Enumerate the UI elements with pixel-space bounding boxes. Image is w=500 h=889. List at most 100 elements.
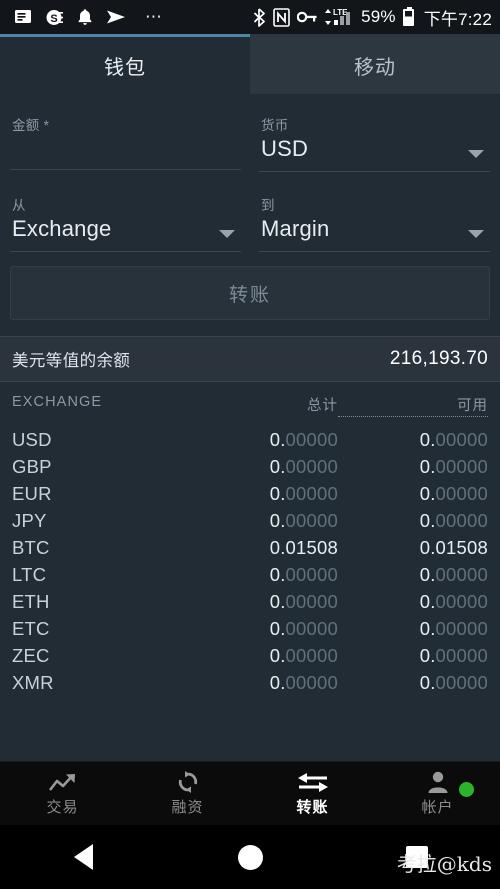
app-root: S ⋯ LTE 59% 下午7:22 钱包 移动 金额 * 货币 USD 从 E… <box>0 0 500 889</box>
amount-input[interactable] <box>10 132 241 170</box>
column-header-account[interactable]: EXCHANGE <box>12 394 188 417</box>
android-navigation-bar: 考拉@kds <box>0 825 500 889</box>
table-body: USD 0.00000 0.00000 GBP 0.00000 0.00000 EUR 0.0… <box>0 426 500 694</box>
row-available: 0.00000 <box>419 455 488 477</box>
currency-select[interactable]: USD <box>259 132 490 172</box>
amount-field-wrap[interactable]: 金额 * <box>10 110 241 172</box>
transfer-button[interactable]: 转账 <box>10 266 490 320</box>
status-bar-left-icons: S ⋯ <box>14 8 253 27</box>
currency-label: 货币 <box>261 118 289 133</box>
chevron-down-icon-from[interactable] <box>219 230 235 238</box>
from-field-wrap[interactable]: 从 Exchange <box>10 190 241 252</box>
tab-move[interactable]: 移动 <box>250 34 500 94</box>
chevron-down-icon-to[interactable] <box>468 230 484 238</box>
top-tab-bar: 钱包 移动 <box>0 34 500 94</box>
row-available: 0.00000 <box>419 563 488 585</box>
table-row[interactable]: BTC 0.01508 0.01508 <box>0 534 500 561</box>
nfc-icon <box>273 7 290 27</box>
chevron-down-icon-currency[interactable] <box>468 150 484 158</box>
status-bar-right-icons: LTE 59% 下午7:22 <box>253 5 492 30</box>
battery-percent-label: 59% <box>361 7 396 26</box>
row-available: 0.00000 <box>419 617 488 639</box>
from-label: 从 <box>12 198 26 213</box>
nav-item-transfer[interactable]: 转账 <box>250 770 375 817</box>
trending-up-icon <box>48 770 78 794</box>
row-symbol: USD <box>12 428 52 450</box>
form-spacer <box>10 172 490 190</box>
form-row-from-to: 从 Exchange 到 Margin <box>10 190 490 252</box>
nav-item-account-label: 帐户 <box>421 799 454 816</box>
nav-item-trade[interactable]: 交易 <box>0 770 125 817</box>
row-symbol: JPY <box>12 509 47 531</box>
transfer-arrows-icon <box>297 770 329 794</box>
nav-item-funding[interactable]: 融资 <box>125 770 250 817</box>
table-row[interactable]: ETC 0.00000 0.00000 <box>0 615 500 642</box>
table-row[interactable]: GBP 0.00000 0.00000 <box>0 453 500 480</box>
tab-move-label: 移动 <box>354 57 396 79</box>
row-available: 0.00000 <box>419 509 488 531</box>
android-home-button[interactable] <box>167 844 334 870</box>
table-row[interactable]: ETH 0.00000 0.00000 <box>0 588 500 615</box>
row-symbol: ETH <box>12 590 50 612</box>
nav-item-account[interactable]: 帐户 <box>375 770 500 817</box>
table-row[interactable]: JPY 0.00000 0.00000 <box>0 507 500 534</box>
table-row[interactable]: LTC 0.00000 0.00000 <box>0 561 500 588</box>
row-total: 0.00000 <box>269 455 338 477</box>
row-available: 0.00000 <box>419 482 488 504</box>
row-available: 0.00000 <box>419 428 488 450</box>
table-row[interactable]: XMR 0.00000 0.00000 <box>0 669 500 694</box>
row-total: 0.00000 <box>269 428 338 450</box>
row-symbol: BTC <box>12 536 50 558</box>
clock-label: 下午7:22 <box>423 9 492 29</box>
column-header-total[interactable]: 总计 <box>188 394 338 417</box>
row-total: 0.00000 <box>269 482 338 504</box>
note-icon <box>15 10 31 23</box>
row-total: 0.00000 <box>269 509 338 531</box>
table-row[interactable]: EUR 0.00000 0.00000 <box>0 480 500 507</box>
bottom-nav-bar: 交易 融资 转账 帐户 <box>0 761 500 825</box>
battery-icon <box>402 6 414 26</box>
home-circle-icon <box>237 844 263 870</box>
status-bar: S ⋯ LTE 59% 下午7:22 <box>0 0 500 34</box>
table-row[interactable]: USD 0.00000 0.00000 <box>0 426 500 453</box>
row-total: 0.00000 <box>269 563 338 585</box>
svg-text:LTE: LTE <box>333 8 348 17</box>
amount-label: 金额 * <box>12 118 50 133</box>
currency-field-wrap[interactable]: 货币 USD <box>259 110 490 172</box>
column-header-available[interactable]: 可用 <box>338 394 488 417</box>
balance-label: 美元等值的余额 <box>12 352 131 370</box>
row-total: 0.00000 <box>269 590 338 612</box>
row-symbol: LTC <box>12 563 47 585</box>
row-available: 0.00000 <box>419 590 488 612</box>
android-back-button[interactable] <box>0 844 167 870</box>
nav-item-funding-label: 融资 <box>171 799 204 816</box>
table-header-row: EXCHANGE 总计 可用 <box>0 382 500 426</box>
row-total: 0.00000 <box>269 617 338 639</box>
tab-wallet-label: 钱包 <box>104 57 146 79</box>
nav-item-trade-label: 交易 <box>46 799 79 816</box>
lte-data-icon: LTE <box>325 8 351 25</box>
refresh-icon <box>176 770 200 794</box>
bluetooth-icon <box>253 7 265 27</box>
overflow-dots-icon: ⋯ <box>145 7 164 26</box>
person-icon <box>427 770 449 794</box>
exchange-balance-table[interactable]: EXCHANGE 总计 可用 USD 0.00000 0.00000 GBP 0.000… <box>0 382 500 694</box>
s-badge-icon: S <box>46 9 63 25</box>
row-symbol: ZEC <box>12 644 50 666</box>
nav-item-transfer-label: 转账 <box>296 799 329 816</box>
row-symbol: XMR <box>12 671 54 693</box>
to-field-wrap[interactable]: 到 Margin <box>259 190 490 252</box>
online-status-dot <box>459 782 474 797</box>
send-icon <box>107 10 125 24</box>
row-available: 0.00000 <box>419 644 488 666</box>
row-symbol: EUR <box>12 482 52 504</box>
table-row[interactable]: ZEC 0.00000 0.00000 <box>0 642 500 669</box>
tab-wallet[interactable]: 钱包 <box>0 34 250 94</box>
row-symbol: GBP <box>12 455 52 477</box>
transfer-form: 金额 * 货币 USD 从 Exchange 到 Margin <box>0 94 500 256</box>
bell-icon <box>78 9 92 25</box>
row-total: 0.00000 <box>269 644 338 666</box>
to-select[interactable]: Margin <box>259 212 490 252</box>
from-select[interactable]: Exchange <box>10 212 241 252</box>
usd-equivalent-balance-row: 美元等值的余额 216,193.70 <box>0 336 500 382</box>
